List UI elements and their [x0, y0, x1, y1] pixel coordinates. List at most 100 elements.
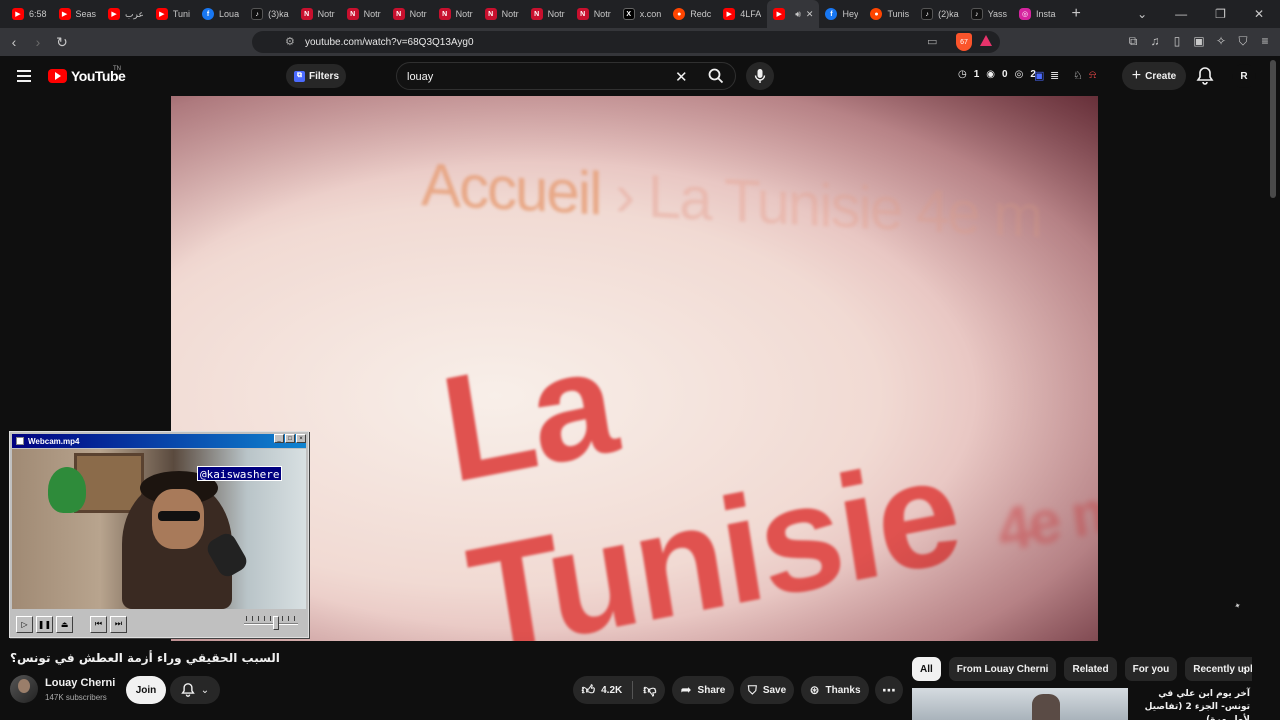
- chip[interactable]: From Louay Cherni: [948, 657, 1057, 681]
- subscription-bell-button[interactable]: ⌄: [170, 676, 220, 704]
- tab-title: Notr: [317, 9, 335, 19]
- browser-tab[interactable]: ▶ 🔊︎ ✕: [767, 0, 820, 28]
- chevron-down-icon: ⌄: [200, 684, 210, 696]
- notify-extension-icon[interactable]: ⍾: [1089, 69, 1096, 82]
- search-button[interactable]: [697, 63, 735, 89]
- browser-tab[interactable]: ▶ Tuni: [150, 0, 196, 28]
- url-text[interactable]: youtube.com/watch?v=68Q3Q13Ayg0: [305, 37, 474, 48]
- tab-title: x.con: [639, 9, 662, 19]
- browser-tab[interactable]: ◎ Insta: [1013, 0, 1062, 28]
- site-info-icon[interactable]: ⚙: [285, 35, 295, 48]
- channel-avatar[interactable]: [10, 675, 38, 703]
- page-scrollbar[interactable]: [1270, 60, 1276, 198]
- leo-ai-icon[interactable]: ✧: [1214, 32, 1228, 50]
- browser-tab[interactable]: ♪ (3)ka: [245, 0, 295, 28]
- volume-slider-thumb[interactable]: [272, 616, 279, 630]
- browser-tab[interactable]: N Notr: [479, 0, 525, 28]
- like-button[interactable]: 👍︎ 4.2K: [582, 682, 623, 698]
- wallet-icon[interactable]: ▣: [1192, 32, 1206, 50]
- account-avatar[interactable]: R: [1232, 64, 1256, 88]
- forward-button[interactable]: ›: [28, 32, 48, 52]
- more-actions-button[interactable]: ⋯: [875, 676, 903, 704]
- notifications-button[interactable]: [1196, 66, 1214, 91]
- browser-tab[interactable]: N Notr: [433, 0, 479, 28]
- previous-icon[interactable]: ⏮: [90, 615, 107, 633]
- share-button[interactable]: ➦ Share: [672, 676, 734, 704]
- video-frame-breadcrumb: Accueil › La Tunisie 4e m: [421, 150, 1041, 252]
- recommended-video-title[interactable]: آخر يوم ابن علي في تونس- الجزء 2 (تفاصيل…: [1132, 688, 1250, 720]
- guide-menu-icon[interactable]: [17, 70, 31, 82]
- save-button[interactable]: ⛉ Save: [740, 676, 794, 704]
- browser-tab[interactable]: ● Tunis: [864, 0, 915, 28]
- filters-button[interactable]: ⧉ Filters: [286, 64, 346, 88]
- pause-icon[interactable]: ❚❚: [36, 615, 53, 633]
- extension-stats[interactable]: ◷ 1 ◉ 0 ◎ 2: [958, 69, 1036, 80]
- browser-tab[interactable]: ▶ Seas: [53, 0, 103, 28]
- back-button[interactable]: ‹: [4, 32, 24, 52]
- instagram-icon: ◎: [1019, 8, 1032, 20]
- webcam-window[interactable]: Webcam.mp4 _ □ × @kaiswashere ▷ ❚❚ ⏏ ⏮ ⏭: [9, 431, 309, 638]
- chevron-right-icon[interactable]: ›: [1236, 660, 1254, 678]
- close-tab-icon[interactable]: ✕: [806, 9, 814, 20]
- speaker-icon[interactable]: 🔊︎: [795, 9, 801, 20]
- new-tab-button[interactable]: +: [1072, 5, 1081, 23]
- create-button[interactable]: + Create: [1122, 62, 1186, 90]
- webcam-close-button[interactable]: ×: [296, 434, 306, 443]
- thanks-button[interactable]: ⊛ Thanks: [801, 676, 869, 704]
- recommended-video-thumbnail[interactable]: [912, 688, 1128, 720]
- extension-q-icon[interactable]: ▣: [1034, 69, 1044, 82]
- browser-tab[interactable]: ♪ (2)ka: [915, 0, 965, 28]
- maximize-button[interactable]: ❐: [1215, 7, 1226, 21]
- join-button[interactable]: Join: [126, 676, 166, 704]
- browser-tab[interactable]: f Loua: [196, 0, 245, 28]
- chip[interactable]: All: [912, 657, 941, 681]
- tab-title: Notr: [363, 9, 381, 19]
- close-window-button[interactable]: ✕: [1254, 7, 1264, 21]
- figurine-head: [48, 467, 86, 513]
- browser-tab[interactable]: ♪ Yass: [965, 0, 1013, 28]
- webcam-maximize-button[interactable]: □: [285, 434, 295, 443]
- webcam-minimize-button[interactable]: _: [274, 434, 284, 443]
- browser-tab[interactable]: Xx.con: [617, 0, 668, 28]
- browser-tab[interactable]: N Notr: [525, 0, 571, 28]
- voice-search-button[interactable]: [746, 62, 774, 90]
- volume-slider[interactable]: [244, 623, 298, 625]
- browser-tab[interactable]: N Notr: [295, 0, 341, 28]
- music-icon[interactable]: ♫: [1148, 32, 1162, 50]
- extensions-puzzle-icon[interactable]: ⧉: [1126, 32, 1140, 50]
- webcam-titlebar[interactable]: Webcam.mp4: [12, 434, 306, 448]
- browser-tab[interactable]: N Notr: [387, 0, 433, 28]
- award-icon[interactable]: ♘: [1073, 69, 1083, 82]
- browser-tab[interactable]: N Notr: [571, 0, 617, 28]
- tab-search-icon[interactable]: ⌄: [1137, 7, 1147, 21]
- address-bar[interactable]: ⚙ youtube.com/watch?v=68Q3Q13Ayg0 ▭: [252, 31, 1000, 53]
- chip[interactable]: Related: [1064, 657, 1117, 681]
- browser-tab[interactable]: f Hey: [819, 0, 864, 28]
- cast-icon[interactable]: ▭: [927, 35, 937, 48]
- browser-tab[interactable]: ▶ عرب: [102, 0, 150, 28]
- video-player[interactable]: Accueil › La Tunisie 4e m La Tunisie 4e …: [171, 96, 1098, 641]
- browser-tab[interactable]: ▶ 6:58: [6, 0, 53, 28]
- menu-icon[interactable]: ≡: [1258, 32, 1272, 50]
- tab-title: Tunis: [887, 9, 910, 19]
- sidebar-icon[interactable]: ▯: [1170, 32, 1184, 50]
- browser-tab[interactable]: ● Redc: [667, 0, 717, 28]
- play-icon[interactable]: ▷: [16, 615, 33, 633]
- brave-shield-icon[interactable]: 67: [956, 33, 972, 51]
- chip[interactable]: For you: [1124, 657, 1178, 681]
- minimize-button[interactable]: —: [1175, 7, 1187, 21]
- channel-name[interactable]: Louay Cherni: [45, 677, 115, 689]
- eject-icon[interactable]: ⏏: [56, 615, 73, 633]
- list-icon[interactable]: ≣: [1050, 69, 1059, 82]
- search-input[interactable]: [407, 69, 667, 85]
- browser-tab[interactable]: ▶ 4LFA: [717, 0, 767, 28]
- vpn-shield-icon[interactable]: ⛉: [1236, 32, 1250, 50]
- next-icon[interactable]: ⏭: [110, 615, 127, 633]
- dislike-button[interactable]: 👎︎: [643, 682, 656, 698]
- clear-search-icon[interactable]: ✕: [675, 68, 688, 86]
- brave-rewards-icon[interactable]: [980, 35, 992, 46]
- reload-button[interactable]: ↻: [52, 32, 72, 52]
- search-box[interactable]: ✕: [396, 62, 736, 90]
- browser-tab[interactable]: N Notr: [341, 0, 387, 28]
- tab-title: Redc: [690, 9, 712, 19]
